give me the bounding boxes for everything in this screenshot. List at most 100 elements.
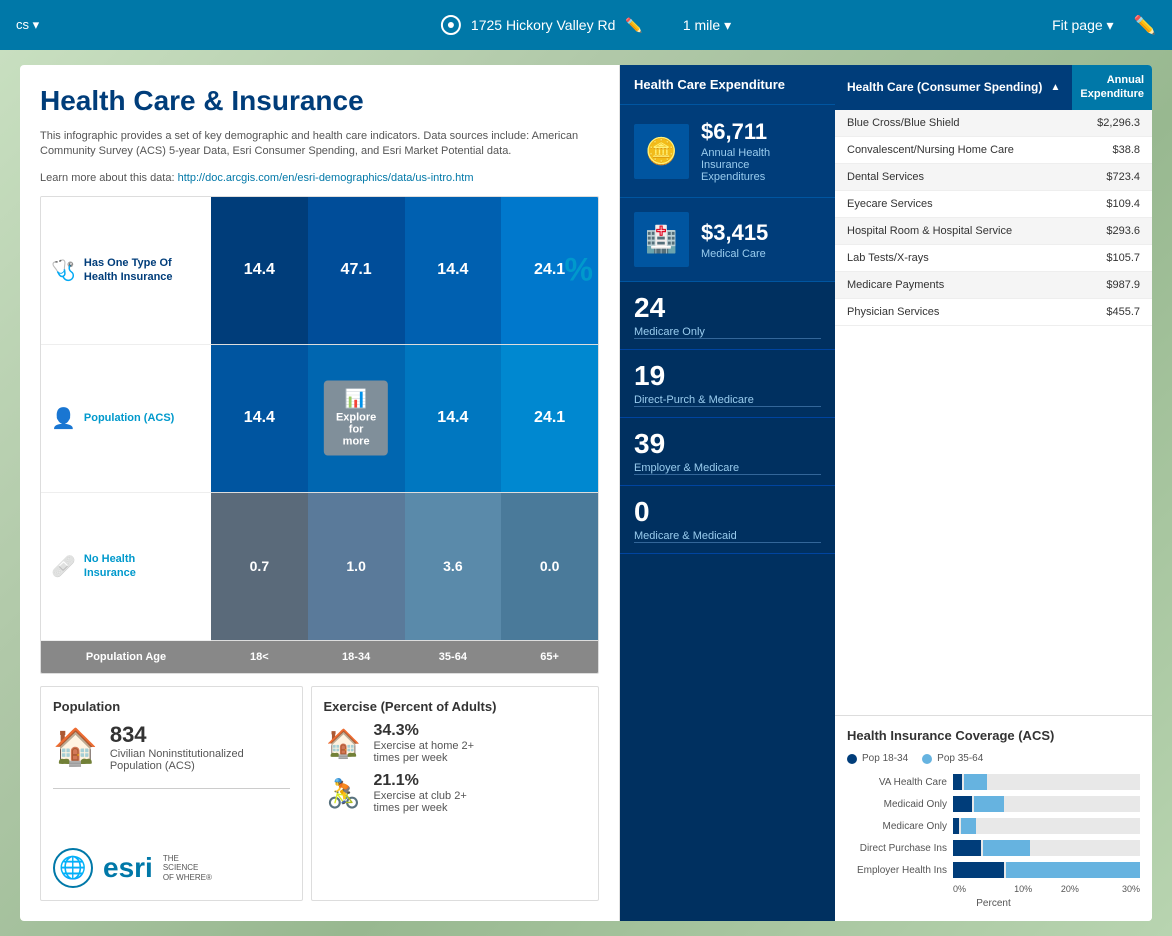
fit-page-button[interactable]: Fit page ▾: [1052, 17, 1114, 34]
link-label: Learn more about this data: http://doc.a…: [40, 172, 599, 184]
col-header-18-: 18<: [211, 641, 308, 673]
legend-dot-light: [922, 754, 932, 764]
cell-2-2: 14.4: [405, 345, 502, 492]
medicare-item-2: 19 Direct-Purch & Medicare: [620, 350, 835, 418]
nav-center: 1725 Hickory Valley Rd ✏️ 1 mile ▾: [441, 15, 731, 35]
row-label: Convalescent/Nursing Home Care: [847, 144, 1080, 156]
bar-data-area: 14.4 47.1 14.4 24.1 % 14.4 📊: [211, 197, 598, 673]
bar-light-medicaid: [974, 796, 1004, 812]
medicare-number-3: 39: [634, 428, 821, 460]
bar-label-insurance: 🩺 Has One Type OfHealth Insurance: [41, 197, 211, 345]
bar-dark-direct: [953, 840, 981, 856]
right-column: Health Care (Consumer Spending) ▲ Annual…: [835, 65, 1152, 921]
table-row: Blue Cross/Blue Shield $2,296.3: [835, 110, 1152, 137]
bike-icon: 🚴: [324, 777, 364, 810]
exp-amount-1: $6,711: [701, 119, 821, 145]
row-label: Medicare Payments: [847, 279, 1080, 291]
bar-column-headers: 18< 18-34 35-64 65+: [211, 641, 598, 673]
table-row: Dental Services $723.4: [835, 164, 1152, 191]
coverage-chart-title: Health Insurance Coverage (ACS): [847, 728, 1140, 743]
explore-overlay[interactable]: 📊 Explore formore: [324, 381, 388, 456]
left-column: Health Care & Insurance This infographic…: [20, 65, 620, 921]
location-icon: [441, 15, 461, 35]
label-no-insurance-text: No HealthInsurance: [84, 552, 136, 581]
population-divider: [53, 788, 290, 789]
col-header-18-34: 18-34: [308, 641, 405, 673]
chart-row-va: VA Health Care: [847, 774, 1140, 790]
cell-3-1: 1.0: [308, 493, 405, 640]
esri-logo: 🌐 esri THESCIENCEOF WHERE®: [53, 848, 290, 888]
bar-container-medicare: [953, 818, 1140, 834]
bar-row-labels: 🩺 Has One Type OfHealth Insurance 👤 Popu…: [41, 197, 211, 673]
pencil-icon[interactable]: ✏️: [625, 17, 642, 34]
chart-label-medicaid: Medicaid Only: [847, 799, 947, 810]
esri-tagline: THESCIENCEOF WHERE®: [163, 854, 212, 883]
col-header-65plus: 65+: [501, 641, 598, 673]
exp-label-2: Medical Care: [701, 248, 768, 260]
bar-container-va: [953, 774, 1140, 790]
cell-3-3: 0.0: [501, 493, 598, 640]
population-label: Civilian Noninstitutionalized Population…: [110, 748, 290, 772]
table-header: Health Care (Consumer Spending) ▲: [835, 65, 1072, 110]
cell-2-3: 24.1: [501, 345, 598, 492]
hospital-icon: 🏥: [634, 212, 689, 267]
cell-2-0: 14.4: [211, 345, 308, 492]
medicare-label-3: Employer & Medicare: [634, 462, 821, 474]
table-row: Convalescent/Nursing Home Care $38.8: [835, 137, 1152, 164]
col-header-35-64: 35-64: [405, 641, 502, 673]
cell-3-2: 3.6: [405, 493, 502, 640]
consumer-spending-table: Health Care (Consumer Spending) ▲ Annual…: [835, 65, 1152, 715]
sort-icon[interactable]: ▲: [1051, 82, 1061, 93]
map-background: Health Care & Insurance This infographic…: [0, 50, 1172, 936]
row-label: Eyecare Services: [847, 198, 1080, 210]
chart-legend: Pop 18-34 Pop 35-64: [847, 753, 1140, 764]
chart-row-medicaid: Medicaid Only: [847, 796, 1140, 812]
medicare-label-2: Direct-Purch & Medicare: [634, 394, 821, 406]
bar-light-va: [964, 774, 986, 790]
medicare-label-4: Medicare & Medicaid: [634, 530, 821, 542]
data-link[interactable]: http://doc.arcgis.com/en/esri-demographi…: [178, 172, 474, 184]
legend-item-35-64: Pop 35-64: [922, 753, 983, 764]
cell-1-2: 14.4: [405, 197, 502, 344]
medicare-number-4: 0: [634, 496, 821, 528]
cell-1-1: 47.1: [308, 197, 405, 344]
medicare-section: 24 Medicare Only 19 Direct-Purch & Medic…: [620, 282, 835, 921]
edit-icon[interactable]: ✏️: [1134, 15, 1156, 36]
bar-label-population: 👤 Population (ACS): [41, 345, 211, 493]
stethoscope-icon: 🩺: [51, 258, 76, 283]
chart-label-employer: Employer Health Ins: [847, 865, 947, 876]
house-icon: 🏠: [53, 726, 98, 768]
row-label: Blue Cross/Blue Shield: [847, 117, 1080, 129]
nav-cs-label[interactable]: cs ▾: [16, 17, 39, 33]
expenditure-item-2: 🏥 $3,415 Medical Care: [620, 198, 835, 282]
population-exercise-col: Population 🏠 834 Civilian Noninstitution…: [40, 686, 303, 901]
expenditure-header: Health Care Expenditure: [620, 65, 835, 105]
row-label: Physician Services: [847, 306, 1080, 318]
legend-label-2: Pop 35-64: [937, 753, 983, 764]
nav-left[interactable]: cs ▾: [16, 17, 39, 33]
medicare-divider-4: [634, 542, 821, 543]
medicare-divider-1: [634, 338, 821, 339]
table-row: Hospital Room & Hospital Service $293.6: [835, 218, 1152, 245]
bar-dark-employer: [953, 862, 1004, 878]
bar-row-3: 0.7 1.0 3.6 0.0: [211, 493, 598, 641]
exercise-item-1: 🏠 34.3% Exercise at home 2+times per wee…: [324, 722, 587, 764]
bar-dark-medicaid: [953, 796, 972, 812]
x-axis-title: Percent: [847, 898, 1140, 909]
exercise-label-2: Exercise at club 2+times per week: [374, 790, 467, 814]
explore-text: Explore formore: [336, 412, 376, 448]
medicare-number-2: 19: [634, 360, 821, 392]
legend-item-18-34: Pop 18-34: [847, 753, 908, 764]
chart-label-medicare: Medicare Only: [847, 821, 947, 832]
bar-label-no-insurance: 🩹 No HealthInsurance: [41, 493, 211, 641]
row-value: $2,296.3: [1080, 117, 1140, 129]
age-label: Population Age: [41, 641, 211, 673]
person-icon: 👤: [51, 406, 76, 431]
chart-label-direct: Direct Purchase Ins: [847, 843, 947, 854]
distance-selector[interactable]: 1 mile ▾: [683, 17, 731, 34]
subtitle-text: This infographic provides a set of key d…: [40, 129, 599, 160]
row-value: $38.8: [1080, 144, 1140, 156]
chart-label-va: VA Health Care: [847, 777, 947, 788]
row-label: Hospital Room & Hospital Service: [847, 225, 1080, 237]
bar-container-direct: [953, 840, 1140, 856]
